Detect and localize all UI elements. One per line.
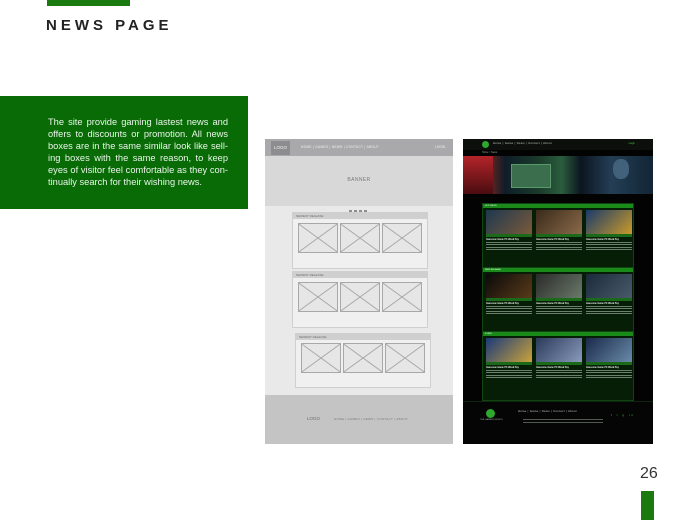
design-nav: Home | Game | News | Contact | About Log… bbox=[463, 139, 653, 150]
design-banner-photo bbox=[463, 156, 653, 194]
wireframe-section-heading: NEWEST RELEASE bbox=[293, 213, 427, 219]
news-image bbox=[536, 274, 582, 298]
news-card-text: Awesome Game PC Week Pay bbox=[486, 367, 532, 379]
news-band-heading: EVENT bbox=[483, 332, 633, 336]
image-placeholder bbox=[298, 223, 338, 253]
news-card-text: Awesome Game PC Week Pay bbox=[486, 239, 532, 251]
news-image bbox=[586, 210, 632, 234]
wireframe-mockup: LOGO HOME | GAMES | NEWS | CONTACT | ABO… bbox=[265, 139, 453, 444]
wireframe-footer-links: HOME | GAMES | NEWS | CONTACT | ABOUT bbox=[334, 417, 409, 421]
wireframe-banner-label: BANNER bbox=[347, 177, 371, 183]
wireframe-section-heading: NEWEST RELEASE bbox=[293, 272, 427, 278]
design-mockup: Home | Game | News | Contact | About Log… bbox=[463, 139, 653, 444]
image-placeholder bbox=[343, 343, 383, 373]
news-card-text: Awesome Game PC Week Pay bbox=[586, 303, 632, 315]
design-footer-copy bbox=[523, 419, 603, 425]
wireframe-section: NEWEST RELEASE bbox=[292, 212, 428, 269]
design-footer: THE GAMING WORLD Home | Game | News | Co… bbox=[463, 401, 653, 444]
wireframe-section: NEWEST RELEASE bbox=[292, 271, 428, 328]
news-card-text: Awesome Game PC Week Pay bbox=[586, 367, 632, 379]
wireframe-logo: LOGO bbox=[271, 141, 290, 155]
design-footer-links: Home | Game | News | Contact | About bbox=[518, 410, 577, 413]
wireframe-section-heading: NEWEST RELEASE bbox=[296, 334, 430, 340]
description-text: The site provide gaming lastest news and… bbox=[48, 117, 228, 187]
wireframe-login: LOGIN bbox=[435, 145, 445, 149]
design-breadcrumb: Home > News bbox=[482, 151, 498, 154]
social-icons: f t g in bbox=[611, 413, 636, 417]
top-accent-bar bbox=[47, 0, 130, 6]
design-nav-links: Home | Game | News | Contact | About bbox=[493, 142, 552, 145]
bottom-accent-bar bbox=[641, 491, 654, 520]
description-panel: The site provide gaming lastest news and… bbox=[0, 96, 248, 209]
news-image bbox=[486, 274, 532, 298]
news-band: EVENT Awesome Game PC Week Pay Awesome G… bbox=[482, 331, 634, 401]
xbox-logo-icon bbox=[486, 409, 495, 418]
news-image bbox=[536, 210, 582, 234]
image-placeholder bbox=[382, 282, 422, 312]
page-number: 26 bbox=[640, 465, 658, 482]
news-band-heading: HOT NEWS bbox=[483, 204, 633, 208]
news-image bbox=[586, 274, 632, 298]
wireframe-banner: BANNER bbox=[265, 156, 453, 206]
image-placeholder bbox=[301, 343, 341, 373]
image-placeholder bbox=[340, 223, 380, 253]
wireframe-footer: LOGO HOME | GAMES | NEWS | CONTACT | ABO… bbox=[265, 395, 453, 444]
design-login: Login bbox=[628, 142, 635, 145]
wireframe-nav: LOGO HOME | GAMES | NEWS | CONTACT | ABO… bbox=[265, 139, 453, 156]
news-card-text: Awesome Game PC Week Pay bbox=[536, 303, 582, 315]
news-image bbox=[536, 338, 582, 362]
image-placeholder bbox=[382, 223, 422, 253]
wireframe-footer-logo: LOGO bbox=[307, 416, 321, 421]
wireframe-section: NEWEST RELEASE bbox=[295, 333, 431, 388]
design-footer-logo-text: THE GAMING WORLD bbox=[480, 419, 503, 421]
news-band: NEW RELEASE Awesome Game PC Week Pay Awe… bbox=[482, 267, 634, 337]
news-band: HOT NEWS Awesome Game PC Week Pay Awesom… bbox=[482, 203, 634, 273]
news-band-heading: NEW RELEASE bbox=[483, 268, 633, 272]
page-title: NEWS PAGE bbox=[46, 17, 173, 34]
wireframe-nav-links: HOME | GAMES | NEWS | CONTACT | ABOUT bbox=[301, 145, 380, 149]
xbox-logo-icon bbox=[482, 141, 489, 148]
image-placeholder bbox=[385, 343, 425, 373]
news-card-text: Awesome Game PC Week Pay bbox=[586, 239, 632, 251]
news-card-text: Awesome Game PC Week Pay bbox=[536, 239, 582, 251]
news-card-text: Awesome Game PC Week Pay bbox=[536, 367, 582, 379]
image-placeholder bbox=[298, 282, 338, 312]
news-image bbox=[586, 338, 632, 362]
image-placeholder bbox=[340, 282, 380, 312]
news-image bbox=[486, 210, 532, 234]
news-image bbox=[486, 338, 532, 362]
news-card-text: Awesome Game PC Week Pay bbox=[486, 303, 532, 315]
